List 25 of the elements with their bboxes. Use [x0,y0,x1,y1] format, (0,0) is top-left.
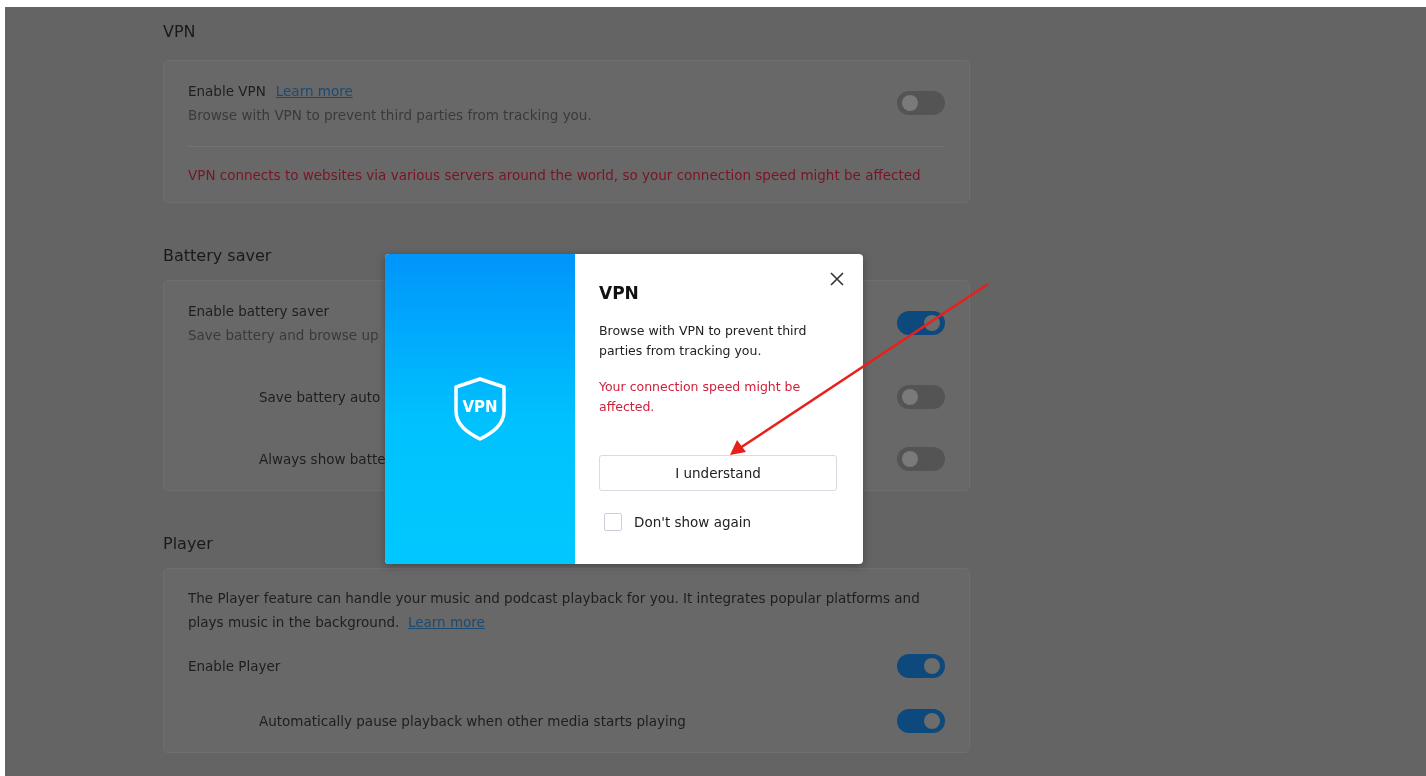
setting-label: Enable Player [188,657,281,676]
close-icon[interactable] [830,272,844,286]
section-heading: Player [163,534,214,554]
toggle-switch[interactable] [897,709,945,733]
toggle-switch[interactable] [897,91,945,115]
toggle-switch[interactable] [897,385,945,409]
dialog-warning: Your connection speed might be affected. [599,378,802,416]
checkbox[interactable] [604,513,622,531]
setting-label: Enable VPN [188,81,266,101]
toggle-switch[interactable] [897,447,945,471]
section-heading: Battery saver [163,246,273,266]
setting-label: Automatically pause playback when other media starts playing [259,712,686,731]
vpn-shield-badge: VPN [452,377,508,441]
dialog-title: VPN [599,282,640,304]
understand-button[interactable]: I understand [599,455,837,491]
toggle-switch[interactable] [897,654,945,678]
feature-description: The Player feature can handle your music and podcast playback for you. It integrates popular platforms and plays music in the background. Learn more [188,589,921,632]
setting-label: Always show batte [259,450,386,469]
checkbox-label[interactable]: Don't show again [634,512,752,532]
warning-text: VPN connects to websites via various servers around the world, so your connection speed might be affected [188,166,921,185]
setting-label: Save battery auto [259,388,381,407]
section-heading: VPN [163,22,197,42]
dialog-text: Browse with VPN to prevent third parties from tracking you. [599,322,808,360]
setting-label: Enable battery saver [188,301,329,321]
toggle-switch[interactable] [897,311,945,335]
